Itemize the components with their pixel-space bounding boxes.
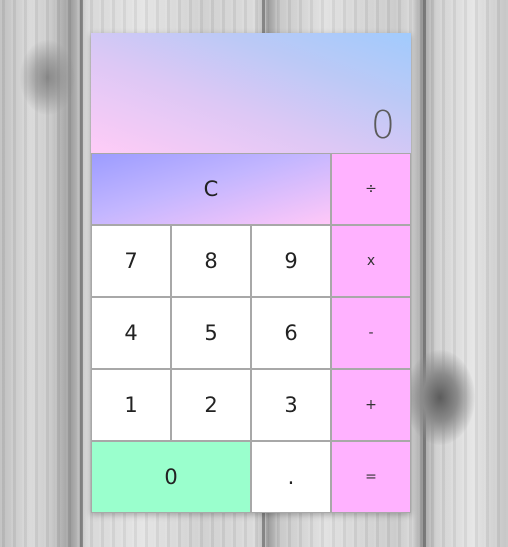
keypad: C ÷ 7 8 9 x 4 5 6 - 1 2 3 + 0 . =	[91, 153, 411, 513]
calculator-display: 0	[91, 33, 411, 153]
wood-knot	[405, 350, 475, 445]
decimal-button[interactable]: .	[251, 441, 331, 513]
digit-8-button[interactable]: 8	[171, 225, 251, 297]
divide-button[interactable]: ÷	[331, 153, 411, 225]
wood-knot	[20, 40, 75, 115]
digit-6-button[interactable]: 6	[251, 297, 331, 369]
add-button[interactable]: +	[331, 369, 411, 441]
digit-7-button[interactable]: 7	[91, 225, 171, 297]
display-value: 0	[370, 103, 395, 147]
digit-3-button[interactable]: 3	[251, 369, 331, 441]
digit-9-button[interactable]: 9	[251, 225, 331, 297]
plank-seam	[80, 0, 83, 547]
subtract-button[interactable]: -	[331, 297, 411, 369]
calculator: 0 C ÷ 7 8 9 x 4 5 6 - 1 2 3 + 0 . =	[91, 33, 411, 513]
multiply-button[interactable]: x	[331, 225, 411, 297]
plank-seam	[423, 0, 426, 547]
digit-4-button[interactable]: 4	[91, 297, 171, 369]
equals-button[interactable]: =	[331, 441, 411, 513]
digit-0-button[interactable]: 0	[91, 441, 251, 513]
digit-5-button[interactable]: 5	[171, 297, 251, 369]
digit-2-button[interactable]: 2	[171, 369, 251, 441]
clear-button[interactable]: C	[91, 153, 331, 225]
digit-1-button[interactable]: 1	[91, 369, 171, 441]
